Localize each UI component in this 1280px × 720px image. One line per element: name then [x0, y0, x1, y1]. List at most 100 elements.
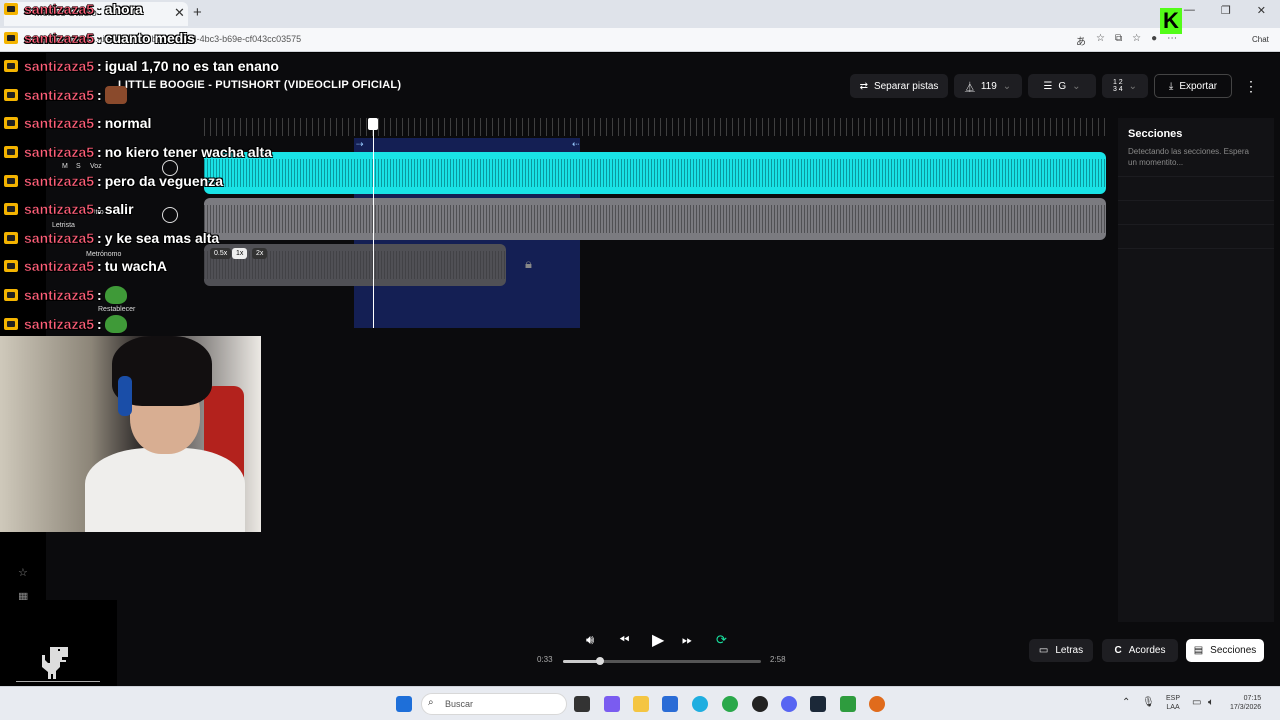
secciones-button[interactable]: ▤ Secciones	[1186, 639, 1264, 662]
collections-icon[interactable]: ☆	[1132, 33, 1141, 48]
waveform	[204, 159, 1106, 187]
search-icon: ⌕	[428, 697, 434, 708]
chat-username[interactable]: santizaza5	[24, 315, 94, 331]
section-placeholder	[1118, 224, 1274, 225]
letras-button[interactable]: ▭ Letras	[1029, 639, 1093, 662]
headphones	[118, 376, 132, 416]
xbox-icon[interactable]	[840, 696, 856, 712]
language-indicator[interactable]: ESP LAA	[1166, 694, 1180, 712]
chat-line: santizaza5: ahora	[4, 0, 143, 20]
chat-username[interactable]: santizaza5	[24, 172, 94, 188]
rewind-icon[interactable]: ⏪︎	[619, 632, 629, 648]
volume-icon[interactable]: 🔊︎	[586, 632, 594, 648]
store-icon[interactable]	[662, 696, 678, 712]
clock-time: 07:15	[1243, 695, 1262, 702]
chat-message: pero da veguenza	[104, 172, 223, 189]
progress-bar[interactable]	[563, 660, 761, 663]
track-voz-waveform[interactable]	[204, 152, 1106, 194]
speed-2x-button[interactable]: 2x	[252, 248, 268, 259]
crown-badge-icon	[4, 146, 18, 158]
chat-message: tu wachA	[104, 258, 167, 275]
translate-icon[interactable]: あ	[1076, 33, 1086, 48]
separar-pistas-button[interactable]: ⇄ Separar pistas	[850, 74, 948, 98]
song-title: LITTLE BOOGIE - PUTISHORT (VIDEOCLIP OFI…	[118, 79, 402, 91]
taskbar-search[interactable]	[421, 693, 567, 715]
taskbar-clock[interactable]: 07:15 17/3/2026	[1230, 694, 1261, 712]
discord-icon[interactable]	[781, 696, 797, 712]
chat-username[interactable]: santizaza5	[24, 287, 94, 303]
lyrics-icon: ▭	[1038, 645, 1049, 656]
chat-username[interactable]: santizaza5	[24, 230, 94, 246]
chat-username[interactable]: santizaza5	[24, 1, 94, 17]
chat-separator: :	[97, 258, 102, 275]
chat-line: santizaza5:	[4, 84, 127, 106]
chat-username[interactable]: santizaza5	[24, 58, 94, 74]
chat-line: santizaza5: no kiero tener wacha alta	[4, 141, 272, 163]
copilot-chat-button[interactable]: Chat	[1252, 35, 1269, 44]
tray-chevron-icon[interactable]: ⌃	[1122, 697, 1130, 708]
progress-handle[interactable]	[595, 657, 604, 665]
chat-separator: :	[97, 115, 102, 132]
speed-1x-button[interactable]: 1x	[232, 248, 248, 259]
play-button[interactable]: ▶	[652, 630, 664, 650]
firefox-icon[interactable]	[869, 696, 885, 712]
copilot-icon[interactable]	[604, 696, 620, 712]
close-window-icon[interactable]: ✕	[1257, 4, 1266, 17]
chat-username[interactable]: santizaza5	[24, 144, 94, 160]
fast-forward-icon[interactable]: ⏩︎	[682, 632, 692, 648]
exportar-button[interactable]: ⤓ Exportar	[1154, 74, 1232, 98]
chat-username[interactable]: santizaza5	[24, 115, 94, 131]
acordes-button[interactable]: C Acordes	[1102, 639, 1178, 662]
chat-separator: :	[97, 1, 102, 17]
steam-icon[interactable]	[810, 696, 826, 712]
loop-end-handle-icon[interactable]: ⇠	[572, 139, 580, 150]
volume-knob-otro[interactable]	[162, 207, 178, 223]
chat-separator: :	[97, 287, 102, 303]
chat-separator: :	[97, 229, 102, 246]
windows-start-icon[interactable]	[396, 696, 412, 712]
chat-username[interactable]: santizaza5	[24, 258, 94, 274]
microphone-icon[interactable]: 🎙︎	[1142, 697, 1155, 708]
key-button[interactable]: ☰ G ⌄	[1028, 74, 1096, 98]
lock-icon[interactable]: 🔒︎	[525, 256, 532, 272]
new-tab-icon[interactable]: +	[193, 4, 202, 21]
chat-message: salir	[104, 201, 134, 218]
loop-start-handle-icon[interactable]: ⇢	[356, 139, 364, 150]
extensions-icon[interactable]: ⧉	[1115, 33, 1122, 48]
bpm-button[interactable]: ⏅ 119 ⌄	[954, 74, 1022, 98]
timeline-ruler[interactable]	[204, 118, 1106, 136]
chat-username[interactable]: santizaza5	[24, 87, 94, 103]
time-signature-button[interactable]: 1 2 3 4 ⌄	[1102, 74, 1148, 98]
clock-date: 17/3/2026	[1230, 704, 1262, 711]
maximize-icon[interactable]: ❐	[1221, 4, 1231, 17]
crown-badge-icon	[4, 117, 18, 130]
file-explorer-icon[interactable]	[633, 696, 649, 712]
more-icon[interactable]: ⋯	[1167, 33, 1177, 48]
sections-title: Secciones	[1128, 128, 1183, 140]
network-icon[interactable]: ▭	[1192, 697, 1201, 708]
chevron-down-icon: ⌄	[1072, 80, 1081, 92]
split-icon: ⇄	[859, 80, 868, 92]
track-metronomo-waveform[interactable]	[204, 244, 506, 286]
chrome-icon[interactable]	[722, 696, 738, 712]
close-tab-icon[interactable]: ✕	[174, 5, 185, 21]
app-icon[interactable]	[752, 696, 768, 712]
star-icon[interactable]: ☆	[18, 566, 28, 579]
profile-icon[interactable]: ●	[1151, 33, 1157, 48]
favorite-star-icon[interactable]: ☆	[1096, 33, 1105, 48]
task-view-icon[interactable]	[574, 696, 590, 712]
minimize-icon[interactable]: —	[1184, 4, 1195, 17]
loop-icon[interactable]: ⟳	[716, 632, 727, 648]
address-bar-icons: あ ☆ ⧉ ☆ ● ⋯	[1076, 33, 1177, 48]
chat-message: y ke sea mas alta	[104, 229, 220, 246]
emote-face-icon	[104, 85, 127, 104]
track-otro-waveform[interactable]	[204, 198, 1106, 240]
playhead-handle[interactable]	[368, 118, 378, 130]
more-options-icon[interactable]: ⋮	[1244, 78, 1258, 95]
chat-username[interactable]: santizaza5	[24, 29, 94, 45]
edge-icon[interactable]	[692, 696, 708, 712]
speaker-icon[interactable]: 🔈︎	[1208, 697, 1214, 708]
kick-logo: K	[1160, 8, 1182, 34]
speed-0.5x-button[interactable]: 0.5x	[210, 248, 232, 259]
chat-username[interactable]: santizaza5	[24, 201, 94, 217]
